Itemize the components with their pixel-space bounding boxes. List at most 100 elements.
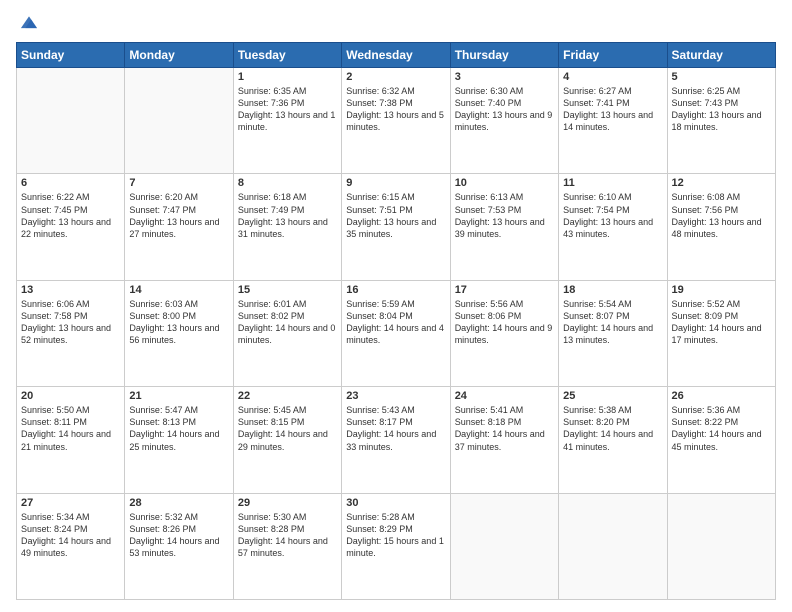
day-number: 16 — [346, 284, 445, 296]
calendar-week-1: 1Sunrise: 6:35 AM Sunset: 7:36 PM Daylig… — [17, 68, 776, 174]
day-number: 30 — [346, 497, 445, 509]
day-info: Sunrise: 6:03 AM Sunset: 8:00 PM Dayligh… — [129, 298, 228, 347]
calendar-cell: 26 Sunrise: 5:36 AM Sunset: 8:22 PM Dayli… — [667, 387, 775, 493]
calendar-cell: 9Sunrise: 6:15 AM Sunset: 7:51 PM Daylig… — [342, 174, 450, 280]
day-number: 25 — [563, 390, 662, 402]
calendar-week-3: 13Sunrise: 6:06 AM Sunset: 7:58 PM Dayli… — [17, 280, 776, 386]
calendar-week-4: 20 Sunrise: 5:50 AM Sunset: 8:11 PM Dayli… — [17, 387, 776, 493]
calendar-cell: 12 Sunrise: 6:08 AM Sunset: 7:56 PM Dayli… — [667, 174, 775, 280]
calendar-cell: 1Sunrise: 6:35 AM Sunset: 7:36 PM Daylig… — [233, 68, 341, 174]
day-number: 15 — [238, 284, 337, 296]
day-number: 23 — [346, 390, 445, 402]
day-number: 5 — [672, 71, 771, 83]
day-info: Sunrise: 6:10 AM Sunset: 7:54 PM Dayligh… — [563, 191, 662, 240]
day-number: 20 — [21, 390, 120, 402]
day-info: Sunrise: 5:59 AM Sunset: 8:04 PM Dayligh… — [346, 298, 445, 347]
calendar-cell: 27 Sunrise: 5:34 AM Sunset: 8:24 PM Dayli… — [17, 493, 125, 599]
day-info: Sunrise: 6:08 AM Sunset: 7:56 PM Dayligh… — [672, 191, 771, 240]
day-number: 24 — [455, 390, 554, 402]
calendar-cell: 7 Sunrise: 6:20 AM Sunset: 7:47 PM Daylig… — [125, 174, 233, 280]
day-info: Sunrise: 5:38 AM Sunset: 8:20 PM Dayligh… — [563, 404, 662, 453]
day-number: 18 — [563, 284, 662, 296]
day-info: Sunrise: 5:47 AM Sunset: 8:13 PM Dayligh… — [129, 404, 228, 453]
day-number: 7 — [129, 177, 228, 189]
day-number: 3 — [455, 71, 554, 83]
weekday-header-thursday: Thursday — [450, 43, 558, 68]
calendar-cell: 6 Sunrise: 6:22 AM Sunset: 7:45 PM Daylig… — [17, 174, 125, 280]
day-info: Sunrise: 5:54 AM Sunset: 8:07 PM Dayligh… — [563, 298, 662, 347]
day-number: 27 — [21, 497, 120, 509]
day-number: 28 — [129, 497, 228, 509]
day-info: Sunrise: 5:36 AM Sunset: 8:22 PM Dayligh… — [672, 404, 771, 453]
day-info: Sunrise: 6:27 AM Sunset: 7:41 PM Dayligh… — [563, 85, 662, 134]
day-info: Sunrise: 5:34 AM Sunset: 8:24 PM Dayligh… — [21, 511, 120, 560]
day-info: Sunrise: 6:32 AM Sunset: 7:38 PM Dayligh… — [346, 85, 445, 134]
day-info: Sunrise: 5:41 AM Sunset: 8:18 PM Dayligh… — [455, 404, 554, 453]
day-info: Sunrise: 6:35 AM Sunset: 7:36 PM Dayligh… — [238, 85, 337, 134]
calendar-cell — [450, 493, 558, 599]
day-info: Sunrise: 6:20 AM Sunset: 7:47 PM Dayligh… — [129, 191, 228, 240]
day-info: Sunrise: 5:28 AM Sunset: 8:29 PM Dayligh… — [346, 511, 445, 560]
calendar-body: 1Sunrise: 6:35 AM Sunset: 7:36 PM Daylig… — [17, 68, 776, 600]
calendar-cell: 23 Sunrise: 5:43 AM Sunset: 8:17 PM Dayli… — [342, 387, 450, 493]
logo-icon — [18, 12, 40, 34]
day-info: Sunrise: 5:50 AM Sunset: 8:11 PM Dayligh… — [21, 404, 120, 453]
weekday-header-monday: Monday — [125, 43, 233, 68]
calendar-cell: 8Sunrise: 6:18 AM Sunset: 7:49 PM Daylig… — [233, 174, 341, 280]
day-info: Sunrise: 6:25 AM Sunset: 7:43 PM Dayligh… — [672, 85, 771, 134]
calendar-cell — [17, 68, 125, 174]
day-info: Sunrise: 5:32 AM Sunset: 8:26 PM Dayligh… — [129, 511, 228, 560]
header — [16, 12, 776, 34]
calendar-cell: 10Sunrise: 6:13 AM Sunset: 7:53 PM Dayli… — [450, 174, 558, 280]
weekday-header-friday: Friday — [559, 43, 667, 68]
weekday-header-wednesday: Wednesday — [342, 43, 450, 68]
day-number: 26 — [672, 390, 771, 402]
day-number: 2 — [346, 71, 445, 83]
calendar-cell — [125, 68, 233, 174]
weekday-header-tuesday: Tuesday — [233, 43, 341, 68]
calendar-cell: 30 Sunrise: 5:28 AM Sunset: 8:29 PM Dayli… — [342, 493, 450, 599]
day-info: Sunrise: 6:22 AM Sunset: 7:45 PM Dayligh… — [21, 191, 120, 240]
calendar-cell: 16 Sunrise: 5:59 AM Sunset: 8:04 PM Dayli… — [342, 280, 450, 386]
calendar-header: SundayMondayTuesdayWednesdayThursdayFrid… — [17, 43, 776, 68]
day-info: Sunrise: 6:06 AM Sunset: 7:58 PM Dayligh… — [21, 298, 120, 347]
calendar-cell: 14Sunrise: 6:03 AM Sunset: 8:00 PM Dayli… — [125, 280, 233, 386]
day-info: Sunrise: 6:30 AM Sunset: 7:40 PM Dayligh… — [455, 85, 554, 134]
calendar-cell: 11 Sunrise: 6:10 AM Sunset: 7:54 PM Dayli… — [559, 174, 667, 280]
day-number: 8 — [238, 177, 337, 189]
day-number: 29 — [238, 497, 337, 509]
day-number: 22 — [238, 390, 337, 402]
day-number: 9 — [346, 177, 445, 189]
calendar-cell: 4 Sunrise: 6:27 AM Sunset: 7:41 PM Daylig… — [559, 68, 667, 174]
calendar-week-5: 27 Sunrise: 5:34 AM Sunset: 8:24 PM Dayli… — [17, 493, 776, 599]
day-number: 4 — [563, 71, 662, 83]
page: SundayMondayTuesdayWednesdayThursdayFrid… — [0, 0, 792, 612]
day-number: 12 — [672, 177, 771, 189]
calendar-cell: 22Sunrise: 5:45 AM Sunset: 8:15 PM Dayli… — [233, 387, 341, 493]
day-number: 11 — [563, 177, 662, 189]
day-info: Sunrise: 6:13 AM Sunset: 7:53 PM Dayligh… — [455, 191, 554, 240]
calendar-cell — [559, 493, 667, 599]
weekday-header-saturday: Saturday — [667, 43, 775, 68]
day-number: 6 — [21, 177, 120, 189]
calendar-cell: 3 Sunrise: 6:30 AM Sunset: 7:40 PM Daylig… — [450, 68, 558, 174]
calendar-cell: 20 Sunrise: 5:50 AM Sunset: 8:11 PM Dayli… — [17, 387, 125, 493]
calendar-cell: 24 Sunrise: 5:41 AM Sunset: 8:18 PM Dayli… — [450, 387, 558, 493]
calendar-cell: 21 Sunrise: 5:47 AM Sunset: 8:13 PM Dayli… — [125, 387, 233, 493]
day-number: 19 — [672, 284, 771, 296]
weekday-header-sunday: Sunday — [17, 43, 125, 68]
calendar-cell: 15 Sunrise: 6:01 AM Sunset: 8:02 PM Dayli… — [233, 280, 341, 386]
day-info: Sunrise: 6:01 AM Sunset: 8:02 PM Dayligh… — [238, 298, 337, 347]
day-number: 21 — [129, 390, 228, 402]
day-info: Sunrise: 5:56 AM Sunset: 8:06 PM Dayligh… — [455, 298, 554, 347]
calendar-cell: 19Sunrise: 5:52 AM Sunset: 8:09 PM Dayli… — [667, 280, 775, 386]
calendar-week-2: 6 Sunrise: 6:22 AM Sunset: 7:45 PM Daylig… — [17, 174, 776, 280]
calendar-cell: 17 Sunrise: 5:56 AM Sunset: 8:06 PM Dayli… — [450, 280, 558, 386]
day-info: Sunrise: 5:30 AM Sunset: 8:28 PM Dayligh… — [238, 511, 337, 560]
logo — [16, 12, 44, 34]
day-number: 17 — [455, 284, 554, 296]
day-info: Sunrise: 5:43 AM Sunset: 8:17 PM Dayligh… — [346, 404, 445, 453]
calendar-cell — [667, 493, 775, 599]
calendar-table: SundayMondayTuesdayWednesdayThursdayFrid… — [16, 42, 776, 600]
weekday-row: SundayMondayTuesdayWednesdayThursdayFrid… — [17, 43, 776, 68]
